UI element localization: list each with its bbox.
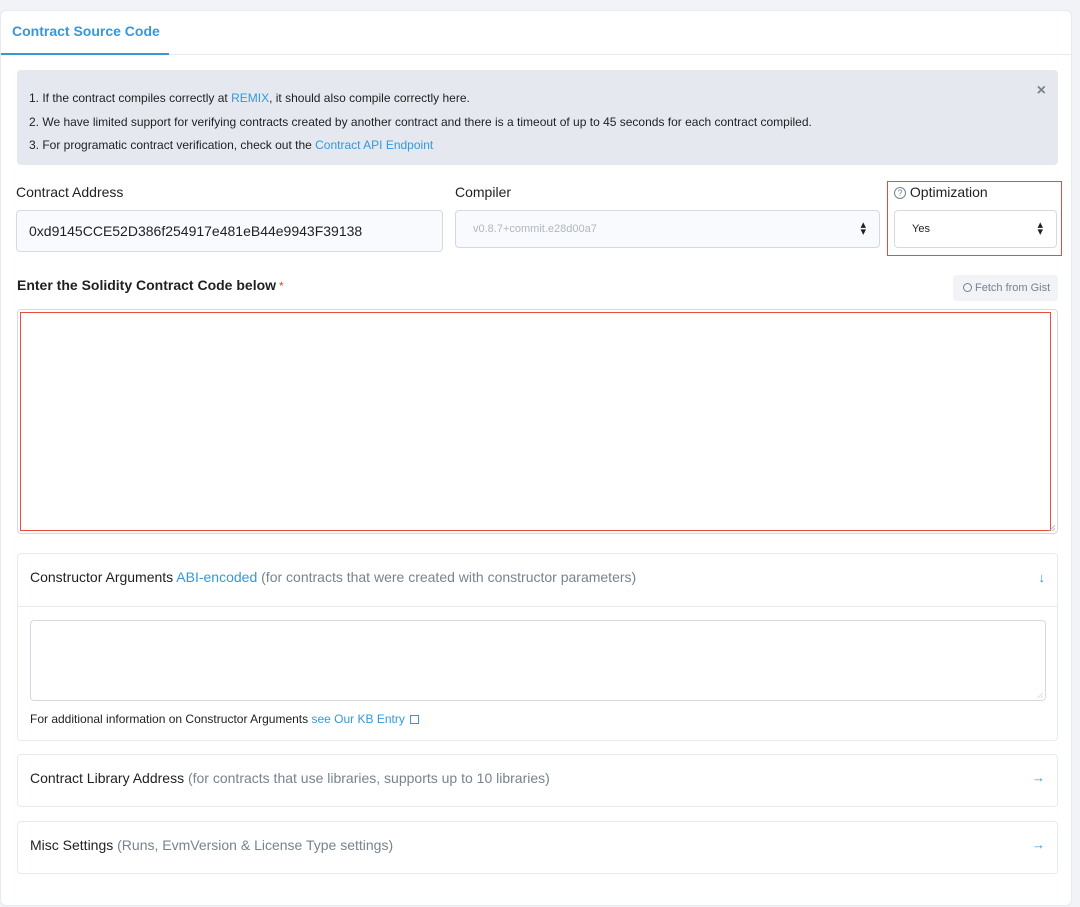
remix-link[interactable]: REMIX bbox=[231, 91, 269, 105]
alert-text: , it should also compile correctly here. bbox=[269, 91, 470, 105]
optimization-label-text: Optimization bbox=[909, 184, 988, 200]
constructor-arguments-panel: Constructor Arguments ABI-encoded (for c… bbox=[17, 553, 1058, 741]
arrow-right-icon[interactable]: → bbox=[1032, 837, 1045, 852]
compiler-select[interactable]: v0.8.7+commit.e28d00a7 ▴ ▾ bbox=[455, 210, 880, 248]
library-title-text: Contract Library Address bbox=[30, 770, 185, 786]
close-icon[interactable]: × bbox=[1037, 82, 1046, 100]
contract-library-panel[interactable]: Contract Library Address (for contracts … bbox=[17, 754, 1058, 807]
optimization-value: Yes bbox=[912, 223, 930, 235]
alert-text: 3. For programatic contract verification… bbox=[29, 138, 316, 152]
constructor-note-text: For additional information on Constructo… bbox=[30, 712, 312, 726]
constructor-arguments-textarea[interactable] bbox=[30, 620, 1046, 701]
fetch-from-gist-button[interactable]: Fetch from Gist bbox=[953, 275, 1058, 301]
misc-desc: (Runs, EvmVersion & License Type setting… bbox=[117, 837, 394, 853]
source-code-title: Enter the Solidity Contract Code below * bbox=[17, 277, 284, 293]
tab-contract-source-code[interactable]: Contract Source Code bbox=[1, 11, 169, 55]
alert-line-2: 2. We have limited support for verifying… bbox=[29, 114, 812, 129]
constructor-arguments-title: Constructor Arguments ABI-encoded (for c… bbox=[30, 569, 636, 585]
optimization-select[interactable]: Yes ▴ ▾ bbox=[894, 210, 1057, 248]
tab-bar: Contract Source Code bbox=[1, 11, 1071, 55]
library-desc: (for contracts that use libraries, suppo… bbox=[187, 770, 550, 786]
compiler-value: v0.8.7+commit.e28d00a7 bbox=[473, 223, 597, 235]
resize-handle-icon[interactable] bbox=[1049, 525, 1055, 531]
info-alert: 1. If the contract compiles correctly at… bbox=[17, 70, 1058, 165]
constructor-desc: (for contracts that were created with co… bbox=[261, 569, 637, 585]
optimization-label: ? Optimization bbox=[894, 184, 988, 200]
select-arrows-icon: ▴ ▾ bbox=[1037, 219, 1043, 238]
constructor-title-text: Constructor Arguments bbox=[30, 569, 174, 585]
solidity-code-textarea[interactable] bbox=[17, 309, 1058, 534]
contract-address-input[interactable]: 0xd9145CCE52D386f254917e481eB44e9943F391… bbox=[16, 210, 443, 252]
contract-library-title: Contract Library Address (for contracts … bbox=[30, 770, 550, 786]
required-mark: * bbox=[279, 279, 284, 293]
external-link-icon[interactable] bbox=[410, 715, 420, 724]
compiler-label: Compiler bbox=[455, 184, 512, 200]
constructor-arguments-header[interactable]: Constructor Arguments ABI-encoded (for c… bbox=[18, 554, 1057, 607]
kb-entry-link[interactable]: see Our KB Entry bbox=[311, 712, 404, 726]
misc-title-text: Misc Settings bbox=[30, 837, 114, 853]
misc-settings-panel[interactable]: Misc Settings (Runs, EvmVersion & Licens… bbox=[17, 821, 1058, 874]
constructor-note: For additional information on Constructo… bbox=[30, 712, 420, 726]
contract-api-endpoint-link[interactable]: Contract API Endpoint bbox=[315, 138, 433, 152]
github-icon bbox=[963, 283, 972, 292]
arrow-right-icon[interactable]: → bbox=[1032, 770, 1045, 785]
code-area-highlight bbox=[20, 312, 1051, 531]
alert-text: 1. If the contract compiles correctly at bbox=[29, 91, 232, 105]
alert-line-1: 1. If the contract compiles correctly at… bbox=[29, 89, 1058, 113]
select-arrows-icon: ▴ ▾ bbox=[860, 219, 866, 238]
verify-card: Contract Source Code 1. If the contract … bbox=[0, 10, 1072, 906]
contract-address-label: Contract Address bbox=[16, 184, 124, 200]
abi-encoded-link[interactable]: ABI-encoded bbox=[176, 569, 257, 585]
fetch-from-gist-label: Fetch from Gist bbox=[975, 282, 1051, 294]
help-icon[interactable]: ? bbox=[894, 187, 906, 199]
misc-settings-title: Misc Settings (Runs, EvmVersion & Licens… bbox=[30, 837, 393, 853]
alert-line-3: 3. For programatic contract verification… bbox=[29, 136, 1058, 160]
source-code-title-text: Enter the Solidity Contract Code below bbox=[17, 277, 277, 293]
arrow-down-icon[interactable]: ↓ bbox=[1039, 570, 1046, 585]
resize-handle-icon[interactable] bbox=[1037, 692, 1043, 698]
